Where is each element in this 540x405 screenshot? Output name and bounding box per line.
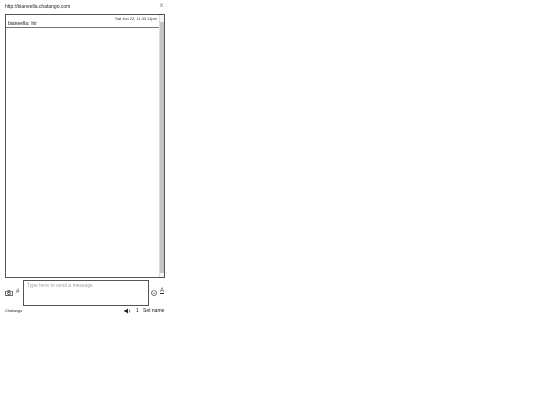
speaker-icon[interactable] (124, 308, 132, 314)
message-timestamp: Sat Jun 22, 11:33 11pm (115, 16, 157, 21)
message-line: bianeellahii (8, 21, 36, 27)
message-username[interactable]: bianeella (8, 21, 29, 27)
scrollbar-thumb[interactable] (160, 22, 164, 273)
user-count: 1 (136, 308, 139, 314)
message-item: Sat Jun 22, 11:33 11pm bianeellahii (6, 15, 159, 28)
font-style-icon[interactable]: A (160, 288, 164, 294)
message-text: hii (31, 21, 37, 27)
chatango-brand[interactable]: Chatango (5, 308, 22, 313)
hash-icon[interactable]: # (16, 289, 19, 295)
camera-icon[interactable] (5, 290, 13, 296)
message-input[interactable] (23, 280, 149, 306)
close-icon[interactable]: x (160, 3, 163, 9)
message-area: Sat Jun 22, 11:33 11pm bianeellahii (5, 14, 165, 278)
smiley-icon[interactable] (151, 290, 157, 296)
set-name-link[interactable]: Set name (143, 308, 164, 314)
chat-url-title: http://bianeella.chatango.com (5, 4, 71, 10)
message-scrollbar[interactable] (159, 15, 164, 277)
